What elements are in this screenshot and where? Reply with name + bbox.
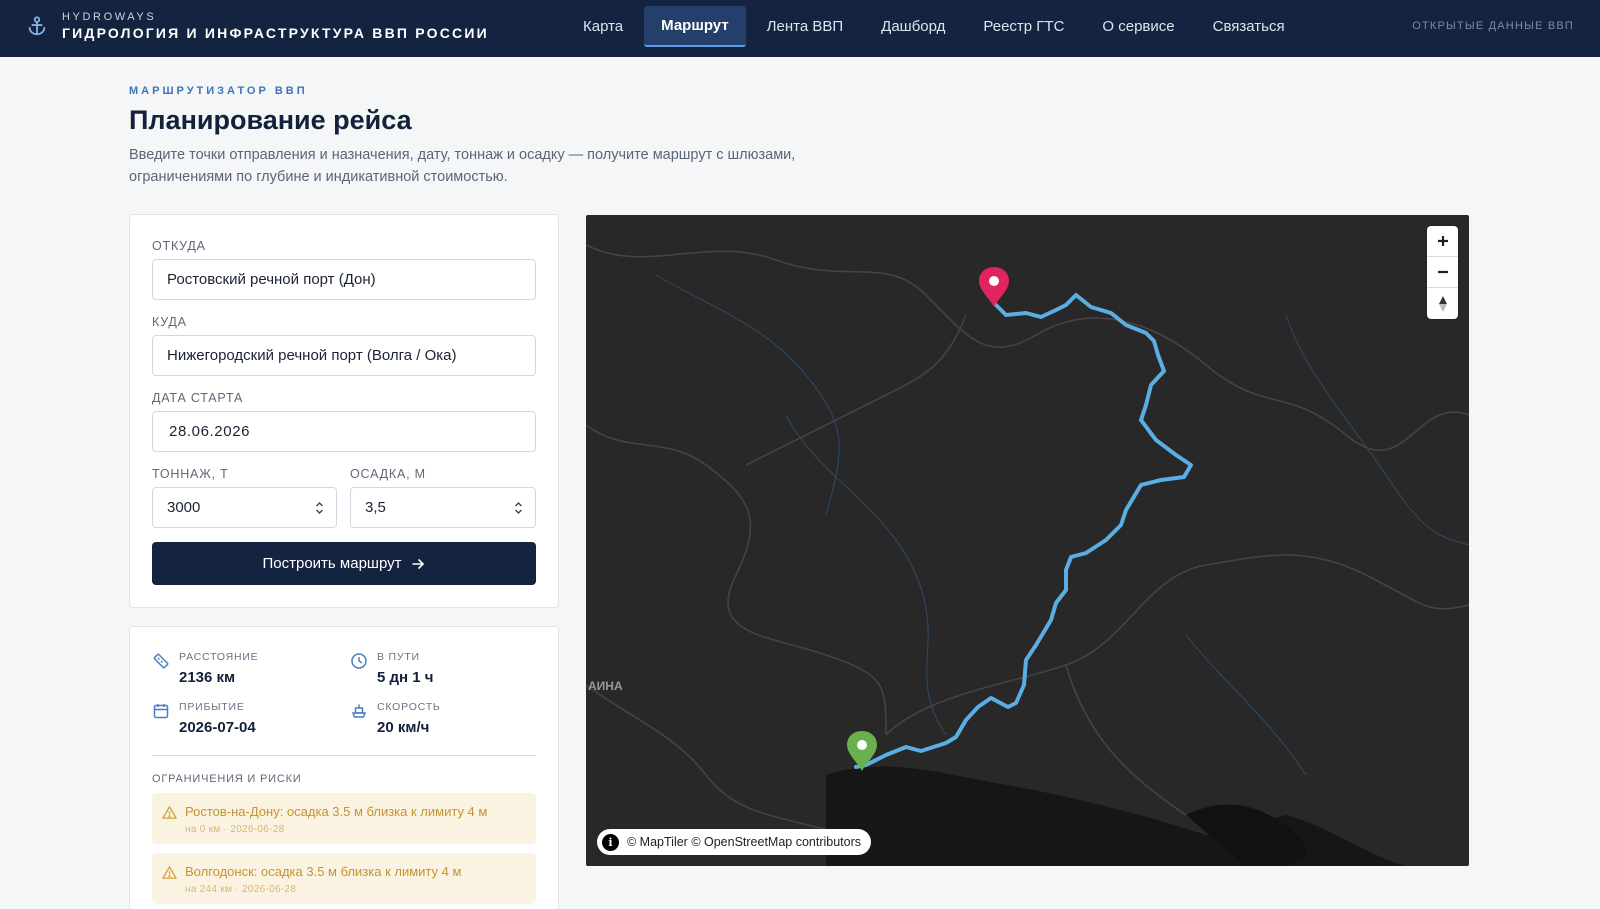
route-form-card: ОТКУДА Ростовский речной порт (Дон) КУДА…: [129, 214, 559, 608]
divider: [152, 755, 536, 756]
main-nav: Карта Маршрут Лента ВВП Дашборд Реестр Г…: [566, 6, 1306, 47]
arrival-label: ПРИБЫТИЕ: [179, 701, 245, 713]
nav-item-about[interactable]: О сервисе: [1085, 6, 1191, 47]
page-description: Введите точки отправления и назначения, …: [129, 147, 796, 185]
risk-meta: на 244 км · 2026-06-28: [185, 884, 297, 895]
nav-item-dashboard[interactable]: Дашборд: [864, 6, 962, 47]
tonnage-input[interactable]: 3000: [152, 487, 337, 528]
duration-stat: В ПУТИ 5 дн 1 ч: [350, 651, 433, 689]
draft-input[interactable]: 3,5: [350, 487, 536, 528]
build-route-label: Построить маршрут: [262, 555, 402, 572]
to-label: КУДА: [152, 315, 187, 329]
route-map[interactable]: АИНА i © MapTiler © OpenStreetMap contri…: [586, 215, 1469, 866]
nav-item-map[interactable]: Карта: [566, 6, 640, 47]
brand-text: HYDROWAYS ГИДРОЛОГИЯ И ИНФРАСТРУКТУРА ВВ…: [62, 10, 489, 42]
top-navbar: HYDROWAYS ГИДРОЛОГИЯ И ИНФРАСТРУКТУРА ВВ…: [0, 0, 1600, 57]
risk-item: Ростов-на-Дону: осадка 3.5 м близка к ли…: [152, 793, 536, 844]
arrival-value: 2026-07-04: [179, 719, 256, 736]
brand-subtitle: HYDROWAYS: [62, 11, 157, 23]
sea: [826, 766, 1406, 866]
plus-icon: [1437, 236, 1448, 246]
build-route-button[interactable]: Построить маршрут: [152, 542, 536, 585]
zoom-out-button[interactable]: [1427, 257, 1458, 288]
warning-icon: [162, 806, 177, 819]
anchor-icon: [28, 16, 46, 36]
speed-value: 20 км/ч: [377, 719, 430, 736]
stepper-icon[interactable]: [514, 500, 523, 516]
from-label: ОТКУДА: [152, 239, 206, 253]
tonnage-value: 3000: [167, 499, 201, 516]
nav-item-feed[interactable]: Лента ВВП: [750, 6, 860, 47]
route-result-card: РАССТОЯНИЕ 2136 км В ПУТИ 5 дн 1 ч ПРИБЫ…: [129, 626, 559, 909]
country-label: АИНА: [588, 679, 623, 693]
nav-item-registry[interactable]: Реестр ГТС: [966, 6, 1081, 47]
distance-label: РАССТОЯНИЕ: [179, 651, 259, 663]
risks-title: ОГРАНИЧЕНИЯ И РИСКИ: [152, 773, 302, 785]
risk-item: Волгодонск: осадка 3.5 м близка к лимиту…: [152, 853, 536, 904]
arrow-right-icon: [412, 558, 425, 569]
route-line: [854, 293, 1193, 769]
page-title: Планирование рейса: [129, 105, 412, 135]
brand[interactable]: HYDROWAYS ГИДРОЛОГИЯ И ИНФРАСТРУКТУРА ВВ…: [26, 10, 489, 42]
warning-icon: [162, 866, 177, 879]
from-field-value: Ростовский речной порт (Дон): [167, 271, 376, 288]
duration-value: 5 дн 1 ч: [377, 669, 434, 686]
page-eyebrow: МАРШРУТИЗАТОР ВВП: [129, 85, 308, 97]
distance-stat: РАССТОЯНИЕ 2136 км: [152, 651, 259, 689]
date-field-value: 28.06.2026: [169, 423, 251, 440]
nav-item-contact[interactable]: Связаться: [1196, 6, 1302, 47]
date-label: ДАТА СТАРТА: [152, 391, 244, 405]
speed-label: СКОРОСТЬ: [377, 701, 441, 713]
ship-icon: [351, 704, 367, 718]
risk-text: Волгодонск: осадка 3.5 м близка к лимиту…: [185, 864, 462, 879]
stepper-icon[interactable]: [315, 500, 324, 516]
rivers: [655, 274, 1469, 776]
attribution-text: © MapTiler © OpenStreetMap contributors: [627, 835, 862, 849]
map-attribution[interactable]: i © MapTiler © OpenStreetMap contributor…: [597, 829, 872, 855]
destination-marker: [979, 267, 1009, 307]
compass-icon: [1438, 295, 1447, 312]
reset-bearing-button[interactable]: [1427, 288, 1458, 319]
zoom-in-button[interactable]: [1427, 226, 1458, 257]
tonnage-label: ТОННАЖ, Т: [152, 467, 229, 481]
map-canvas[interactable]: АИНА: [586, 215, 1469, 866]
clock-icon: [351, 653, 367, 669]
zoom-controls: [1427, 226, 1458, 319]
brand-title: ГИДРОЛОГИЯ И ИНФРАСТРУКТУРА ВВП РОССИИ: [62, 25, 489, 41]
date-field[interactable]: 28.06.2026: [152, 411, 536, 452]
draft-value: 3,5: [365, 499, 386, 516]
nav-item-route[interactable]: Маршрут: [644, 6, 746, 47]
risk-text: Ростов-на-Дону: осадка 3.5 м близка к ли…: [185, 804, 488, 819]
to-field-value: Нижегородский речной порт (Волга / Ока): [167, 347, 457, 364]
risk-meta: на 0 км · 2026-06-28: [185, 824, 285, 835]
speed-stat: СКОРОСТЬ 20 км/ч: [350, 701, 441, 739]
duration-label: В ПУТИ: [377, 651, 420, 663]
from-field[interactable]: Ростовский речной порт (Дон): [152, 259, 536, 300]
borders: [586, 244, 1469, 866]
distance-value: 2136 км: [179, 669, 236, 686]
to-field[interactable]: Нижегородский речной порт (Волга / Ока): [152, 335, 536, 376]
info-icon[interactable]: i: [602, 833, 619, 851]
minus-icon: [1437, 270, 1448, 274]
draft-label: ОСАДКА, М: [350, 467, 426, 481]
arrival-stat: ПРИБЫТИЕ 2026-07-04: [152, 701, 256, 739]
calendar-icon: [153, 704, 169, 719]
ruler-icon: [153, 653, 169, 669]
origin-marker: [847, 731, 877, 771]
open-data-link[interactable]: ОТКРЫТЫЕ ДАННЫЕ ВВП: [1412, 20, 1574, 32]
